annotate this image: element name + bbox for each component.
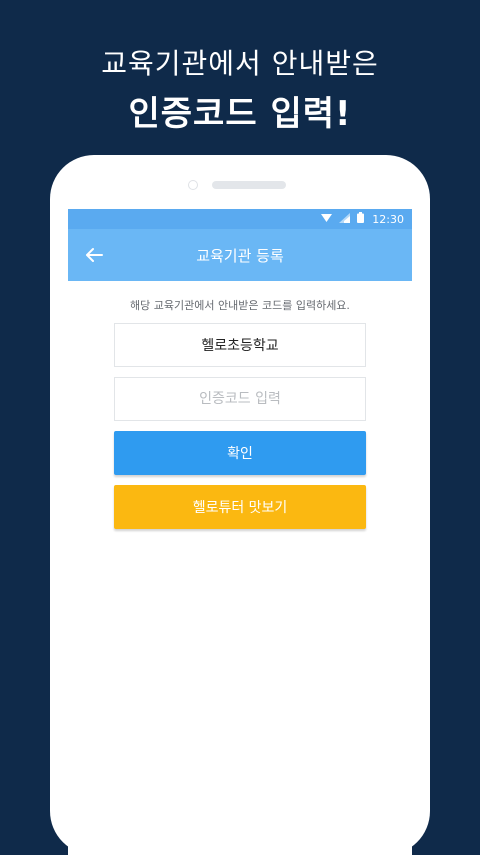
code-input[interactable] xyxy=(115,378,365,420)
school-name-field[interactable]: 헬로초등학교 xyxy=(114,323,366,367)
app-screen: 12:30 교육기관 등록 해당 교육기관에서 안내받은 코드를 입력하세요. … xyxy=(68,209,412,855)
status-bar: 12:30 xyxy=(68,209,412,229)
back-button[interactable] xyxy=(78,239,110,271)
instruction-text: 해당 교육기관에서 안내받은 코드를 입력하세요. xyxy=(130,299,350,312)
confirm-button[interactable]: 확인 xyxy=(114,431,366,475)
phone-mockup: 12:30 교육기관 등록 해당 교육기관에서 안내받은 코드를 입력하세요. … xyxy=(50,155,430,855)
status-time: 12:30 xyxy=(372,212,404,226)
promo-header: 교육기관에서 안내받은 인증코드 입력! xyxy=(0,0,480,150)
camera-icon xyxy=(188,180,198,190)
promo-headline-line1: 교육기관에서 안내받은 xyxy=(101,47,379,80)
speaker-grill xyxy=(212,181,286,189)
code-field[interactable] xyxy=(114,377,366,421)
promo-headline-line2: 인증코드 입력! xyxy=(128,94,352,134)
wifi-icon xyxy=(321,213,333,226)
preview-button[interactable]: 헬로튜터 맛보기 xyxy=(114,485,366,529)
signal-icon xyxy=(339,212,351,226)
arrow-left-icon xyxy=(86,248,103,262)
battery-icon xyxy=(357,212,365,226)
app-bar: 교육기관 등록 xyxy=(68,229,412,281)
page-title: 교육기관 등록 xyxy=(196,246,284,265)
registration-form: 해당 교육기관에서 안내받은 코드를 입력하세요. 헬로초등학교 확인 헬로튜터… xyxy=(68,281,412,529)
